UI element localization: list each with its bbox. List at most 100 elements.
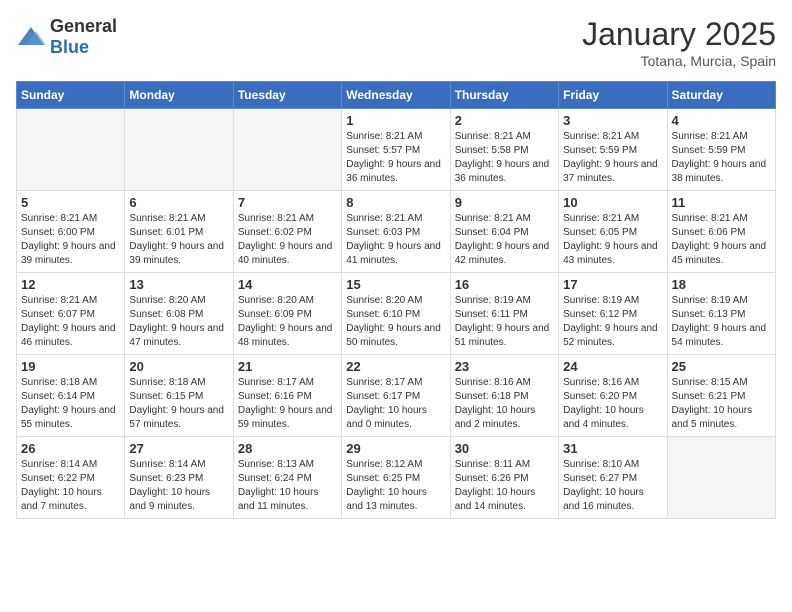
day-info: Sunrise: 8:17 AM Sunset: 6:17 PM Dayligh… <box>346 376 445 432</box>
day-number: 3 <box>563 113 662 128</box>
calendar-day-cell: 24 Sunrise: 8:16 AM Sunset: 6:20 PM Dayli… <box>559 355 667 437</box>
calendar-day-cell: 2 Sunrise: 8:21 AM Sunset: 5:58 PM Daylig… <box>450 109 558 191</box>
calendar-day-cell: 15 Sunrise: 8:20 AM Sunset: 6:10 PM Dayli… <box>342 273 450 355</box>
calendar-day-cell: 29 Sunrise: 8:12 AM Sunset: 6:25 PM Dayli… <box>342 437 450 519</box>
day-number: 7 <box>238 195 337 210</box>
weekday-header: Monday <box>125 82 233 109</box>
day-info: Sunrise: 8:14 AM Sunset: 6:23 PM Dayligh… <box>129 458 228 514</box>
logo-icon <box>16 25 46 49</box>
calendar-week-row: 26Sunrise: 8:14 AM Sunset: 6:22 PM Dayli… <box>17 437 776 519</box>
calendar-day-cell: 22 Sunrise: 8:17 AM Sunset: 6:17 PM Dayli… <box>342 355 450 437</box>
day-info: Sunrise: 8:19 AM Sunset: 6:13 PM Dayligh… <box>672 294 771 350</box>
day-info: Sunrise: 8:21 AM Sunset: 5:59 PM Dayligh… <box>563 130 662 186</box>
logo-blue: Blue <box>50 37 89 57</box>
day-info: Sunrise: 8:13 AM Sunset: 6:24 PM Dayligh… <box>238 458 337 514</box>
day-number: 30 <box>455 441 554 456</box>
day-number: 18 <box>672 277 771 292</box>
day-info: Sunrise: 8:21 AM Sunset: 5:57 PM Dayligh… <box>346 130 445 186</box>
calendar-day-cell: 31 Sunrise: 8:10 AM Sunset: 6:27 PM Dayli… <box>559 437 667 519</box>
day-info: Sunrise: 8:19 AM Sunset: 6:12 PM Dayligh… <box>563 294 662 350</box>
logo-general: General <box>50 16 117 36</box>
location: Totana, Murcia, Spain <box>582 53 776 69</box>
calendar-day-cell: 6Sunrise: 8:21 AM Sunset: 6:01 PM Daylig… <box>125 191 233 273</box>
day-info: Sunrise: 8:21 AM Sunset: 5:58 PM Dayligh… <box>455 130 554 186</box>
day-info: Sunrise: 8:10 AM Sunset: 6:27 PM Dayligh… <box>563 458 662 514</box>
day-number: 5 <box>21 195 120 210</box>
calendar-day-cell: 23 Sunrise: 8:16 AM Sunset: 6:18 PM Dayli… <box>450 355 558 437</box>
calendar-day-cell: 10 Sunrise: 8:21 AM Sunset: 6:05 PM Dayli… <box>559 191 667 273</box>
day-number: 16 <box>455 277 554 292</box>
calendar-day-cell: 12Sunrise: 8:21 AM Sunset: 6:07 PM Dayli… <box>17 273 125 355</box>
day-info: Sunrise: 8:20 AM Sunset: 6:09 PM Dayligh… <box>238 294 337 350</box>
calendar-day-cell: 9 Sunrise: 8:21 AM Sunset: 6:04 PM Daylig… <box>450 191 558 273</box>
calendar-day-cell: 21 Sunrise: 8:17 AM Sunset: 6:16 PM Dayli… <box>233 355 341 437</box>
calendar-day-cell: 17Sunrise: 8:19 AM Sunset: 6:12 PM Dayli… <box>559 273 667 355</box>
weekday-header: Wednesday <box>342 82 450 109</box>
day-info: Sunrise: 8:18 AM Sunset: 6:15 PM Dayligh… <box>129 376 228 432</box>
day-info: Sunrise: 8:11 AM Sunset: 6:26 PM Dayligh… <box>455 458 554 514</box>
day-info: Sunrise: 8:21 AM Sunset: 6:03 PM Dayligh… <box>346 212 445 268</box>
day-info: Sunrise: 8:21 AM Sunset: 6:05 PM Dayligh… <box>563 212 662 268</box>
day-number: 4 <box>672 113 771 128</box>
calendar-day-cell: 16 Sunrise: 8:19 AM Sunset: 6:11 PM Dayli… <box>450 273 558 355</box>
day-number: 10 <box>563 195 662 210</box>
day-info: Sunrise: 8:21 AM Sunset: 5:59 PM Dayligh… <box>672 130 771 186</box>
day-number: 31 <box>563 441 662 456</box>
day-number: 29 <box>346 441 445 456</box>
day-number: 23 <box>455 359 554 374</box>
day-info: Sunrise: 8:21 AM Sunset: 6:02 PM Dayligh… <box>238 212 337 268</box>
logo: General Blue <box>16 16 117 58</box>
calendar-day-cell: 8Sunrise: 8:21 AM Sunset: 6:03 PM Daylig… <box>342 191 450 273</box>
day-info: Sunrise: 8:19 AM Sunset: 6:11 PM Dayligh… <box>455 294 554 350</box>
calendar-day-cell: 11 Sunrise: 8:21 AM Sunset: 6:06 PM Dayli… <box>667 191 775 273</box>
day-number: 12 <box>21 277 120 292</box>
day-number: 21 <box>238 359 337 374</box>
calendar-day-cell: 20Sunrise: 8:18 AM Sunset: 6:15 PM Dayli… <box>125 355 233 437</box>
day-info: Sunrise: 8:21 AM Sunset: 6:06 PM Dayligh… <box>672 212 771 268</box>
day-number: 1 <box>346 113 445 128</box>
weekday-header-row: SundayMondayTuesdayWednesdayThursdayFrid… <box>17 82 776 109</box>
day-number: 9 <box>455 195 554 210</box>
calendar-day-cell: 28Sunrise: 8:13 AM Sunset: 6:24 PM Dayli… <box>233 437 341 519</box>
calendar-day-cell: 18 Sunrise: 8:19 AM Sunset: 6:13 PM Dayli… <box>667 273 775 355</box>
day-number: 14 <box>238 277 337 292</box>
day-info: Sunrise: 8:15 AM Sunset: 6:21 PM Dayligh… <box>672 376 771 432</box>
title-block: January 2025 Totana, Murcia, Spain <box>582 16 776 69</box>
day-info: Sunrise: 8:16 AM Sunset: 6:20 PM Dayligh… <box>563 376 662 432</box>
calendar-day-cell: 3 Sunrise: 8:21 AM Sunset: 5:59 PM Daylig… <box>559 109 667 191</box>
day-number: 15 <box>346 277 445 292</box>
day-number: 6 <box>129 195 228 210</box>
weekday-header: Friday <box>559 82 667 109</box>
day-info: Sunrise: 8:21 AM Sunset: 6:04 PM Dayligh… <box>455 212 554 268</box>
day-info: Sunrise: 8:21 AM Sunset: 6:00 PM Dayligh… <box>21 212 120 268</box>
day-number: 26 <box>21 441 120 456</box>
day-number: 11 <box>672 195 771 210</box>
day-info: Sunrise: 8:16 AM Sunset: 6:18 PM Dayligh… <box>455 376 554 432</box>
calendar-day-cell: 14 Sunrise: 8:20 AM Sunset: 6:09 PM Dayli… <box>233 273 341 355</box>
calendar-table: SundayMondayTuesdayWednesdayThursdayFrid… <box>16 81 776 519</box>
day-number: 25 <box>672 359 771 374</box>
calendar-week-row: 1 Sunrise: 8:21 AM Sunset: 5:57 PM Daylig… <box>17 109 776 191</box>
calendar-day-cell: 27 Sunrise: 8:14 AM Sunset: 6:23 PM Dayli… <box>125 437 233 519</box>
weekday-header: Sunday <box>17 82 125 109</box>
calendar-day-cell <box>17 109 125 191</box>
day-info: Sunrise: 8:12 AM Sunset: 6:25 PM Dayligh… <box>346 458 445 514</box>
calendar-day-cell: 30 Sunrise: 8:11 AM Sunset: 6:26 PM Dayli… <box>450 437 558 519</box>
calendar-day-cell: 7 Sunrise: 8:21 AM Sunset: 6:02 PM Daylig… <box>233 191 341 273</box>
day-number: 13 <box>129 277 228 292</box>
calendar-day-cell: 13 Sunrise: 8:20 AM Sunset: 6:08 PM Dayli… <box>125 273 233 355</box>
day-number: 19 <box>21 359 120 374</box>
calendar-day-cell <box>667 437 775 519</box>
calendar-day-cell: 5 Sunrise: 8:21 AM Sunset: 6:00 PM Daylig… <box>17 191 125 273</box>
day-number: 24 <box>563 359 662 374</box>
day-info: Sunrise: 8:20 AM Sunset: 6:08 PM Dayligh… <box>129 294 228 350</box>
day-number: 27 <box>129 441 228 456</box>
day-info: Sunrise: 8:20 AM Sunset: 6:10 PM Dayligh… <box>346 294 445 350</box>
page-header: General Blue January 2025 Totana, Murcia… <box>16 16 776 69</box>
day-info: Sunrise: 8:17 AM Sunset: 6:16 PM Dayligh… <box>238 376 337 432</box>
day-number: 22 <box>346 359 445 374</box>
weekday-header: Thursday <box>450 82 558 109</box>
calendar-day-cell: 26Sunrise: 8:14 AM Sunset: 6:22 PM Dayli… <box>17 437 125 519</box>
day-number: 2 <box>455 113 554 128</box>
calendar-day-cell <box>125 109 233 191</box>
